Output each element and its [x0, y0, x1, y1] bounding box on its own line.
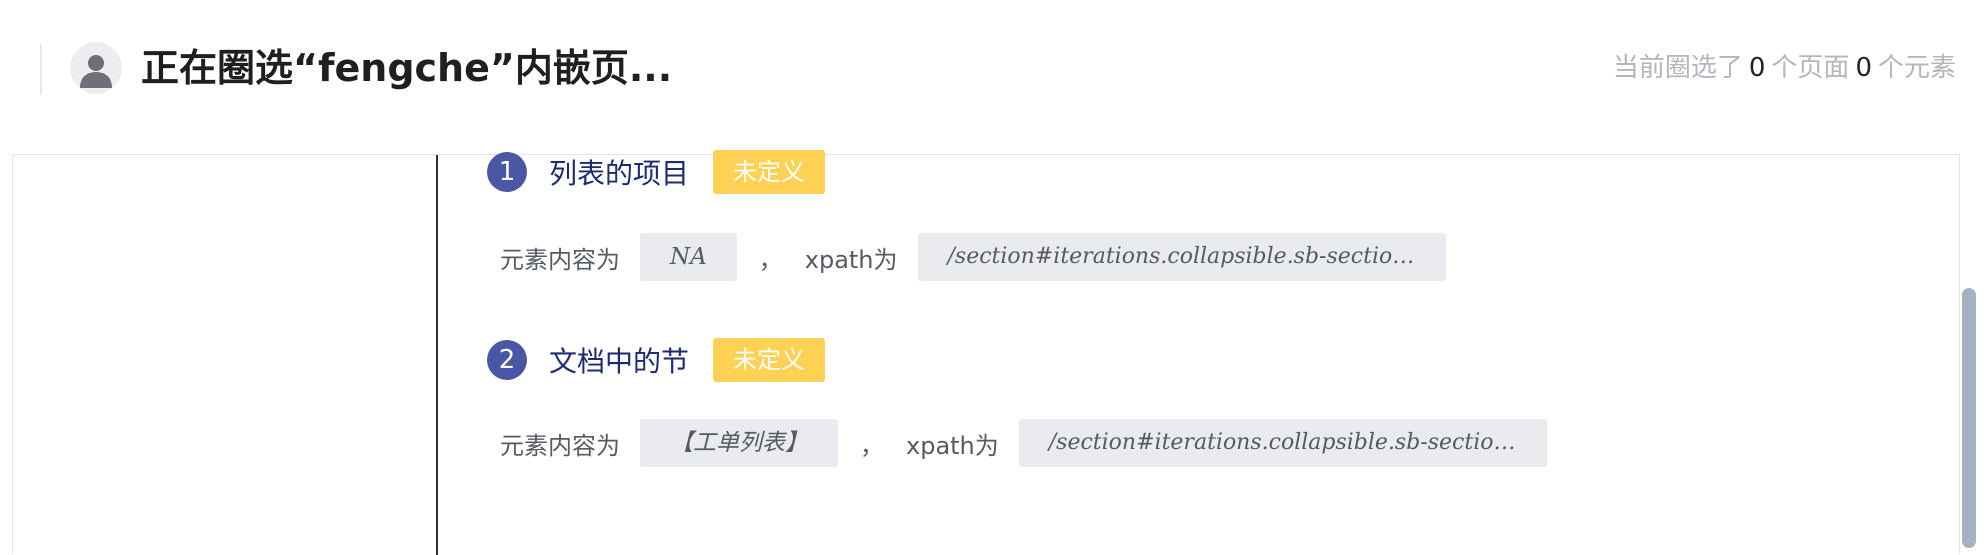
list-item-details: 元素内容为 【工单列表】 ， xpath为 /section#iteration… — [500, 419, 1547, 467]
summary-prefix: 当前圈选了 — [1612, 53, 1743, 83]
content-label: 元素内容为 — [500, 431, 620, 460]
page-title: 正在圈选“fengche”内嵌页... — [141, 46, 673, 90]
element-unit: 个元素 — [1877, 53, 1956, 83]
list-item-header: 2 文档中的节 未定义 — [487, 336, 826, 384]
xpath-label: xpath为 — [804, 245, 898, 274]
xpath-label: xpath为 — [906, 431, 999, 460]
header: 正在圈选“fengche”内嵌页... 当前圈选了 0 个页面 0 个元素 — [0, 0, 1986, 148]
content-value: NA — [640, 233, 737, 281]
page-count: 0 — [1748, 53, 1766, 83]
selection-summary: 当前圈选了 0 个页面 0 个元素 — [1613, 48, 1956, 88]
status-badge[interactable]: 未定义 — [713, 338, 826, 382]
element-count: 0 — [1855, 53, 1872, 83]
item-title: 文档中的节 — [549, 345, 690, 378]
status-badge[interactable]: 未定义 — [713, 150, 826, 194]
separator: ， — [758, 245, 783, 274]
content-label: 元素内容为 — [500, 245, 620, 274]
panel-divider — [436, 155, 438, 555]
header-divider — [40, 43, 42, 95]
xpath-value: /section#iterations.collapsible.sb-secti… — [917, 233, 1446, 281]
content-value: 【工单列表】 — [640, 419, 838, 467]
element-list-panel — [12, 154, 1960, 555]
separator: ， — [860, 431, 884, 460]
xpath-value: /section#iterations.collapsible.sb-secti… — [1018, 419, 1547, 467]
list-item-details: 元素内容为 NA ， xpath为 /section#iterations.co… — [500, 233, 1446, 281]
item-title: 列表的项目 — [549, 157, 690, 190]
page-unit: 个页面 — [1771, 53, 1850, 83]
scrollbar-thumb[interactable] — [1962, 288, 1976, 548]
list-item-header: 1 列表的项目 未定义 — [487, 148, 826, 196]
item-number-badge: 2 — [487, 340, 527, 380]
user-avatar-icon[interactable] — [70, 42, 122, 94]
item-number-badge: 1 — [487, 152, 527, 192]
